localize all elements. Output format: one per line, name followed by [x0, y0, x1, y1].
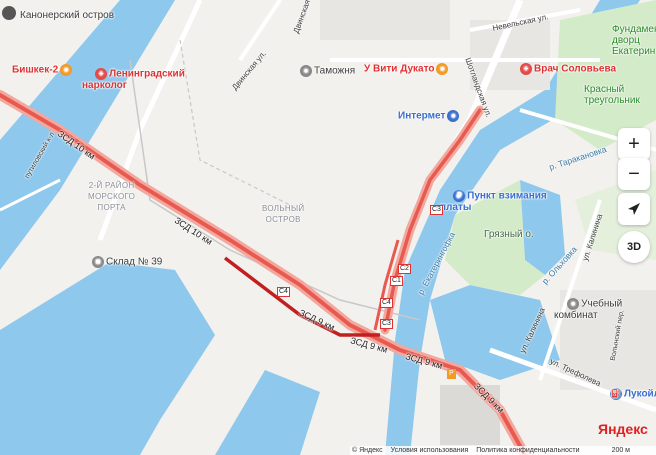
zoom-in-button[interactable]: +	[618, 128, 650, 160]
poi-lukoil[interactable]: ⛽Лукойл	[608, 388, 656, 400]
scale-label: 200 м	[611, 447, 630, 454]
poi-vrach[interactable]: + Врач Соловьева	[518, 63, 616, 75]
poi-lukoil-label: Лукойл	[624, 388, 656, 400]
medical-icon: +	[95, 68, 108, 80]
office-icon: ●	[300, 65, 312, 77]
shield-c3-south: C3	[380, 319, 393, 329]
poi-fund[interactable]: Фундамен дворц Екатерин	[612, 24, 656, 57]
terms-link[interactable]: Условия использования	[391, 447, 469, 454]
shield-c4-north: C4	[380, 298, 393, 308]
poi-uchebny[interactable]: ● Учебный комбинат	[554, 287, 622, 332]
toll-icon: ₽	[453, 190, 466, 202]
poi-vrach-label: Врач Соловьева	[534, 63, 617, 75]
poi-vitiducato[interactable]: У Вити Дукато ●	[364, 63, 450, 75]
warehouse-icon: ■	[92, 256, 104, 268]
shield-c2: C2	[398, 264, 411, 274]
area-port: 2-Й РАЙОН МОРСКОГО ПОРТА	[88, 181, 136, 212]
zoom-out-button[interactable]: −	[618, 158, 650, 190]
poi-bishkek-label: Бишкек-2	[12, 64, 59, 76]
poi-intermet-label: Интермет	[398, 110, 446, 122]
place-kanonersky[interactable]: Канонерский остров	[20, 10, 114, 21]
school-icon: ●	[567, 298, 580, 310]
pier-icon	[2, 6, 16, 20]
shield-c4-west: C4	[277, 287, 290, 297]
3d-toggle-button[interactable]: 3D	[618, 231, 650, 263]
poi-punkt[interactable]: ₽ Пункт взимания платы	[440, 179, 547, 224]
shield-c3-north: C3	[430, 205, 443, 215]
cafe-icon: ●	[60, 64, 73, 76]
island-gryazny: Грязный о.	[484, 229, 534, 240]
poi-sklad-label: Склад № 39	[106, 256, 163, 268]
copyright-text: © Яндекс	[352, 447, 383, 454]
shield-c1: C1	[390, 276, 403, 286]
geolocation-arrow-icon	[628, 203, 640, 215]
poi-krasny[interactable]: Красный треугольник	[584, 84, 640, 106]
cafe-icon: ●	[436, 63, 449, 75]
parking-icon: P	[447, 369, 456, 379]
poi-tamozhnya-label: Таможня	[314, 65, 356, 77]
yandex-logo[interactable]: Яндекс	[598, 422, 648, 436]
privacy-link[interactable]: Политика конфиденциальности	[476, 447, 579, 454]
medical-icon: +	[520, 63, 532, 75]
poi-uchebny-label: Учебный комбинат	[554, 298, 623, 321]
map-footer: © Яндекс Условия использования Политика …	[350, 446, 656, 455]
poi-sklad[interactable]: ■ Склад № 39	[90, 256, 162, 268]
poi-vitiducato-label: У Вити Дукато	[364, 63, 435, 75]
geolocation-button[interactable]	[618, 193, 650, 225]
poi-tamozhnya[interactable]: ● Таможня	[298, 65, 355, 77]
poi-narkolog[interactable]: + Ленинградский нарколог	[82, 57, 185, 102]
map-canvas[interactable]: Канонерский остров Бишкек-2 ● + Ленинградс…	[0, 0, 656, 455]
poi-bishkek[interactable]: Бишкек-2 ●	[12, 64, 74, 76]
fuel-icon: ⛽	[610, 388, 622, 400]
poi-intermet[interactable]: Интермет ●	[398, 110, 461, 122]
shop-icon: ●	[447, 110, 460, 122]
area-volny: ВОЛЬНЫЙ ОСТРОВ	[262, 204, 305, 224]
